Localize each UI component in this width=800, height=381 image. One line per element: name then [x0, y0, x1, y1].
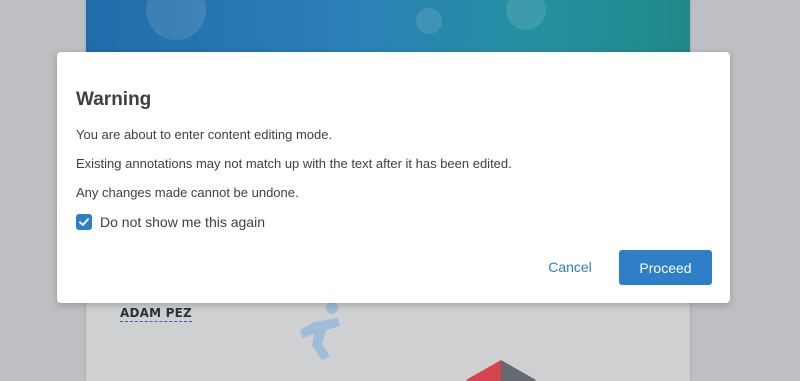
warning-dialog: Warning You are about to enter content e… — [57, 52, 730, 303]
dialog-message-line: Existing annotations may not match up wi… — [76, 156, 512, 171]
checkbox-label: Do not show me this again — [100, 214, 265, 230]
dont-show-again-checkbox[interactable] — [76, 214, 92, 230]
dialog-title: Warning — [76, 89, 152, 110]
checkmark-icon — [79, 218, 89, 226]
dialog-message-line: Any changes made cannot be undone. — [76, 185, 299, 200]
cancel-button[interactable]: Cancel — [535, 250, 605, 284]
dialog-message-line: You are about to enter content editing m… — [76, 127, 333, 142]
proceed-button[interactable]: Proceed — [619, 250, 712, 285]
dont-show-again-checkbox-row[interactable]: Do not show me this again — [76, 213, 265, 231]
app-viewport: ADAM PEZ Warning You are about to enter … — [0, 0, 800, 381]
